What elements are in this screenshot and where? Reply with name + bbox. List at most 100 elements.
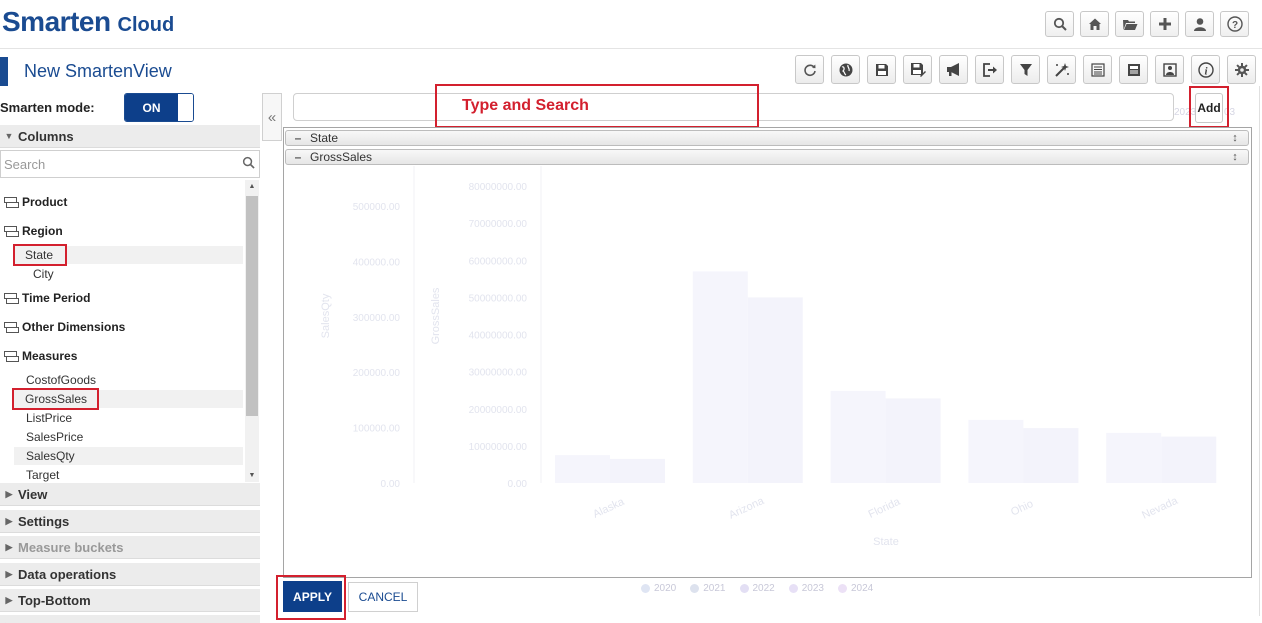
info-icon[interactable]: i xyxy=(1191,55,1220,84)
tree-item-target[interactable]: Target xyxy=(14,466,243,482)
magic-wand-icon[interactable] xyxy=(1047,55,1076,84)
newspaper-icon[interactable] xyxy=(1119,55,1148,84)
tree-group-product[interactable]: Product xyxy=(4,195,67,209)
gear-icon[interactable] xyxy=(1227,55,1256,84)
section-top-bottom[interactable]: ▶ Top-Bottom xyxy=(0,589,260,612)
user-icon[interactable] xyxy=(1185,11,1214,37)
cancel-button[interactable]: CANCEL xyxy=(348,582,418,612)
title-accent xyxy=(0,56,8,86)
section-data-operations[interactable]: ▶ Data operations xyxy=(0,563,260,586)
tree-item-grosssales[interactable]: GrossSales xyxy=(11,388,243,410)
section-settings[interactable]: ▶ Settings xyxy=(0,510,260,533)
legend-label: 2024 xyxy=(851,583,874,594)
collapse-minus-icon[interactable]: – xyxy=(286,150,310,164)
x-tick-label: Arizona xyxy=(727,495,767,522)
search-icon[interactable] xyxy=(1045,11,1074,37)
folder-open-icon[interactable] xyxy=(1115,11,1144,37)
save-as-icon[interactable] xyxy=(903,55,932,84)
resize-vertical-icon[interactable]: ↕ xyxy=(1222,132,1248,144)
collapse-panel-button[interactable]: « xyxy=(262,93,282,141)
header-toolbar: ? xyxy=(1045,11,1249,37)
section-view[interactable]: ▶ View xyxy=(0,483,260,506)
column-search xyxy=(0,150,260,178)
x-axis-title: State xyxy=(873,536,899,548)
legend-item[interactable]: 2023 xyxy=(788,583,824,594)
hierarchy-icon xyxy=(4,196,19,208)
legend-label: 2022 xyxy=(752,583,775,594)
bar-2020-nevada xyxy=(1106,432,1162,483)
hierarchy-icon xyxy=(4,321,19,333)
tree-item-salesprice[interactable]: SalesPrice xyxy=(14,428,243,446)
smarten-mode-label: Smarten mode: xyxy=(0,100,95,115)
legend-item[interactable]: 2021 xyxy=(690,583,726,594)
bucket-grosssales[interactable]: – GrossSales ↕ xyxy=(285,149,1249,165)
scroll-up-icon[interactable]: ▲ xyxy=(245,183,259,190)
y-tick-label: 20000000.00 xyxy=(469,405,528,416)
scroll-thumb[interactable] xyxy=(246,196,258,416)
legend-item[interactable]: 2022 xyxy=(739,583,775,594)
home-icon[interactable] xyxy=(1080,11,1109,37)
gross-sales-chart: 0.00 10000000.00 20000000.00 30000000.00 400… xyxy=(320,166,1217,548)
legend-label: 2021 xyxy=(703,583,726,594)
double-chevron-left-icon: « xyxy=(267,108,277,126)
bar-2020-arizona xyxy=(692,271,748,483)
y-tick-label: 10000000.00 xyxy=(469,442,528,453)
legend-dot-icon xyxy=(690,584,700,593)
tree-group-measures[interactable]: Measures xyxy=(4,349,77,363)
refresh-icon[interactable] xyxy=(795,55,824,84)
tree-item-listprice[interactable]: ListPrice xyxy=(14,409,243,427)
save-icon[interactable] xyxy=(867,55,896,84)
tree-group-time-period[interactable]: Time Period xyxy=(4,291,90,305)
list-icon[interactable] xyxy=(1083,55,1112,84)
y-tick-label: 70000000.00 xyxy=(469,219,528,230)
tree-item-salesqty[interactable]: SalesQty xyxy=(14,447,243,465)
filter-icon[interactable] xyxy=(1011,55,1040,84)
column-search-input[interactable] xyxy=(1,152,237,176)
collapse-minus-icon[interactable]: – xyxy=(286,131,310,145)
y-tick-label: 50000000.00 xyxy=(469,293,528,304)
section-partial[interactable]: ▶ xyxy=(0,615,260,623)
svg-text:i: i xyxy=(1204,65,1208,77)
toggle-on-label: ON xyxy=(125,94,178,121)
search-icon[interactable] xyxy=(237,156,259,172)
resize-vertical-icon[interactable]: ↕ xyxy=(1222,151,1248,163)
exit-icon[interactable] xyxy=(975,55,1004,84)
y2-axis-title: SalesQty xyxy=(320,293,332,338)
bar-2021-ohio xyxy=(1023,428,1079,483)
image-icon[interactable] xyxy=(1155,55,1184,84)
svg-text:?: ? xyxy=(1231,20,1237,31)
tree-item-city[interactable]: City xyxy=(14,265,243,283)
legend-item[interactable]: 2024 xyxy=(838,583,873,594)
scroll-down-icon[interactable]: ▼ xyxy=(245,472,259,479)
x-tick-label: Alaska xyxy=(591,495,627,520)
legend-dot-icon xyxy=(641,584,650,593)
tree-group-other-dimensions[interactable]: Other Dimensions xyxy=(4,320,125,334)
tree-group-region[interactable]: Region xyxy=(4,224,63,238)
legend-dot-icon xyxy=(788,584,798,593)
y2-tick-label: 300000.00 xyxy=(353,313,401,324)
view-toolbar: i xyxy=(795,55,1256,84)
legend-dot-icon xyxy=(838,584,847,593)
section-columns[interactable]: ▼ Columns xyxy=(0,125,260,148)
caret-right-icon: ▶ xyxy=(5,594,13,605)
hierarchy-icon xyxy=(4,292,19,304)
bar-2020-florida xyxy=(830,390,886,483)
plus-icon[interactable] xyxy=(1150,11,1179,37)
tree-item-costofgoods[interactable]: CostofGoods xyxy=(14,371,243,389)
tree-scrollbar[interactable]: ▲ ▼ xyxy=(245,180,259,482)
y2-tick-label: 100000.00 xyxy=(353,424,401,435)
app-window: Smarten Cloud ? New SmartenView i Smarte… xyxy=(0,0,1262,623)
add-button[interactable]: Add xyxy=(1195,93,1223,123)
megaphone-icon[interactable] xyxy=(939,55,968,84)
bucket-state[interactable]: – State ↕ xyxy=(285,130,1249,146)
apply-button[interactable]: APPLY xyxy=(283,581,342,612)
globe-icon[interactable] xyxy=(831,55,860,84)
legend-item[interactable]: 2020 xyxy=(641,583,676,594)
help-icon[interactable]: ? xyxy=(1220,11,1249,37)
legend-label: 2020 xyxy=(654,583,677,594)
caret-right-icon: ▶ xyxy=(5,541,13,552)
tree-item-state[interactable]: State xyxy=(12,244,243,266)
smarten-mode-toggle[interactable]: ON xyxy=(124,93,194,122)
y-tick-label: 30000000.00 xyxy=(469,368,528,379)
panel-border xyxy=(1259,86,1260,616)
